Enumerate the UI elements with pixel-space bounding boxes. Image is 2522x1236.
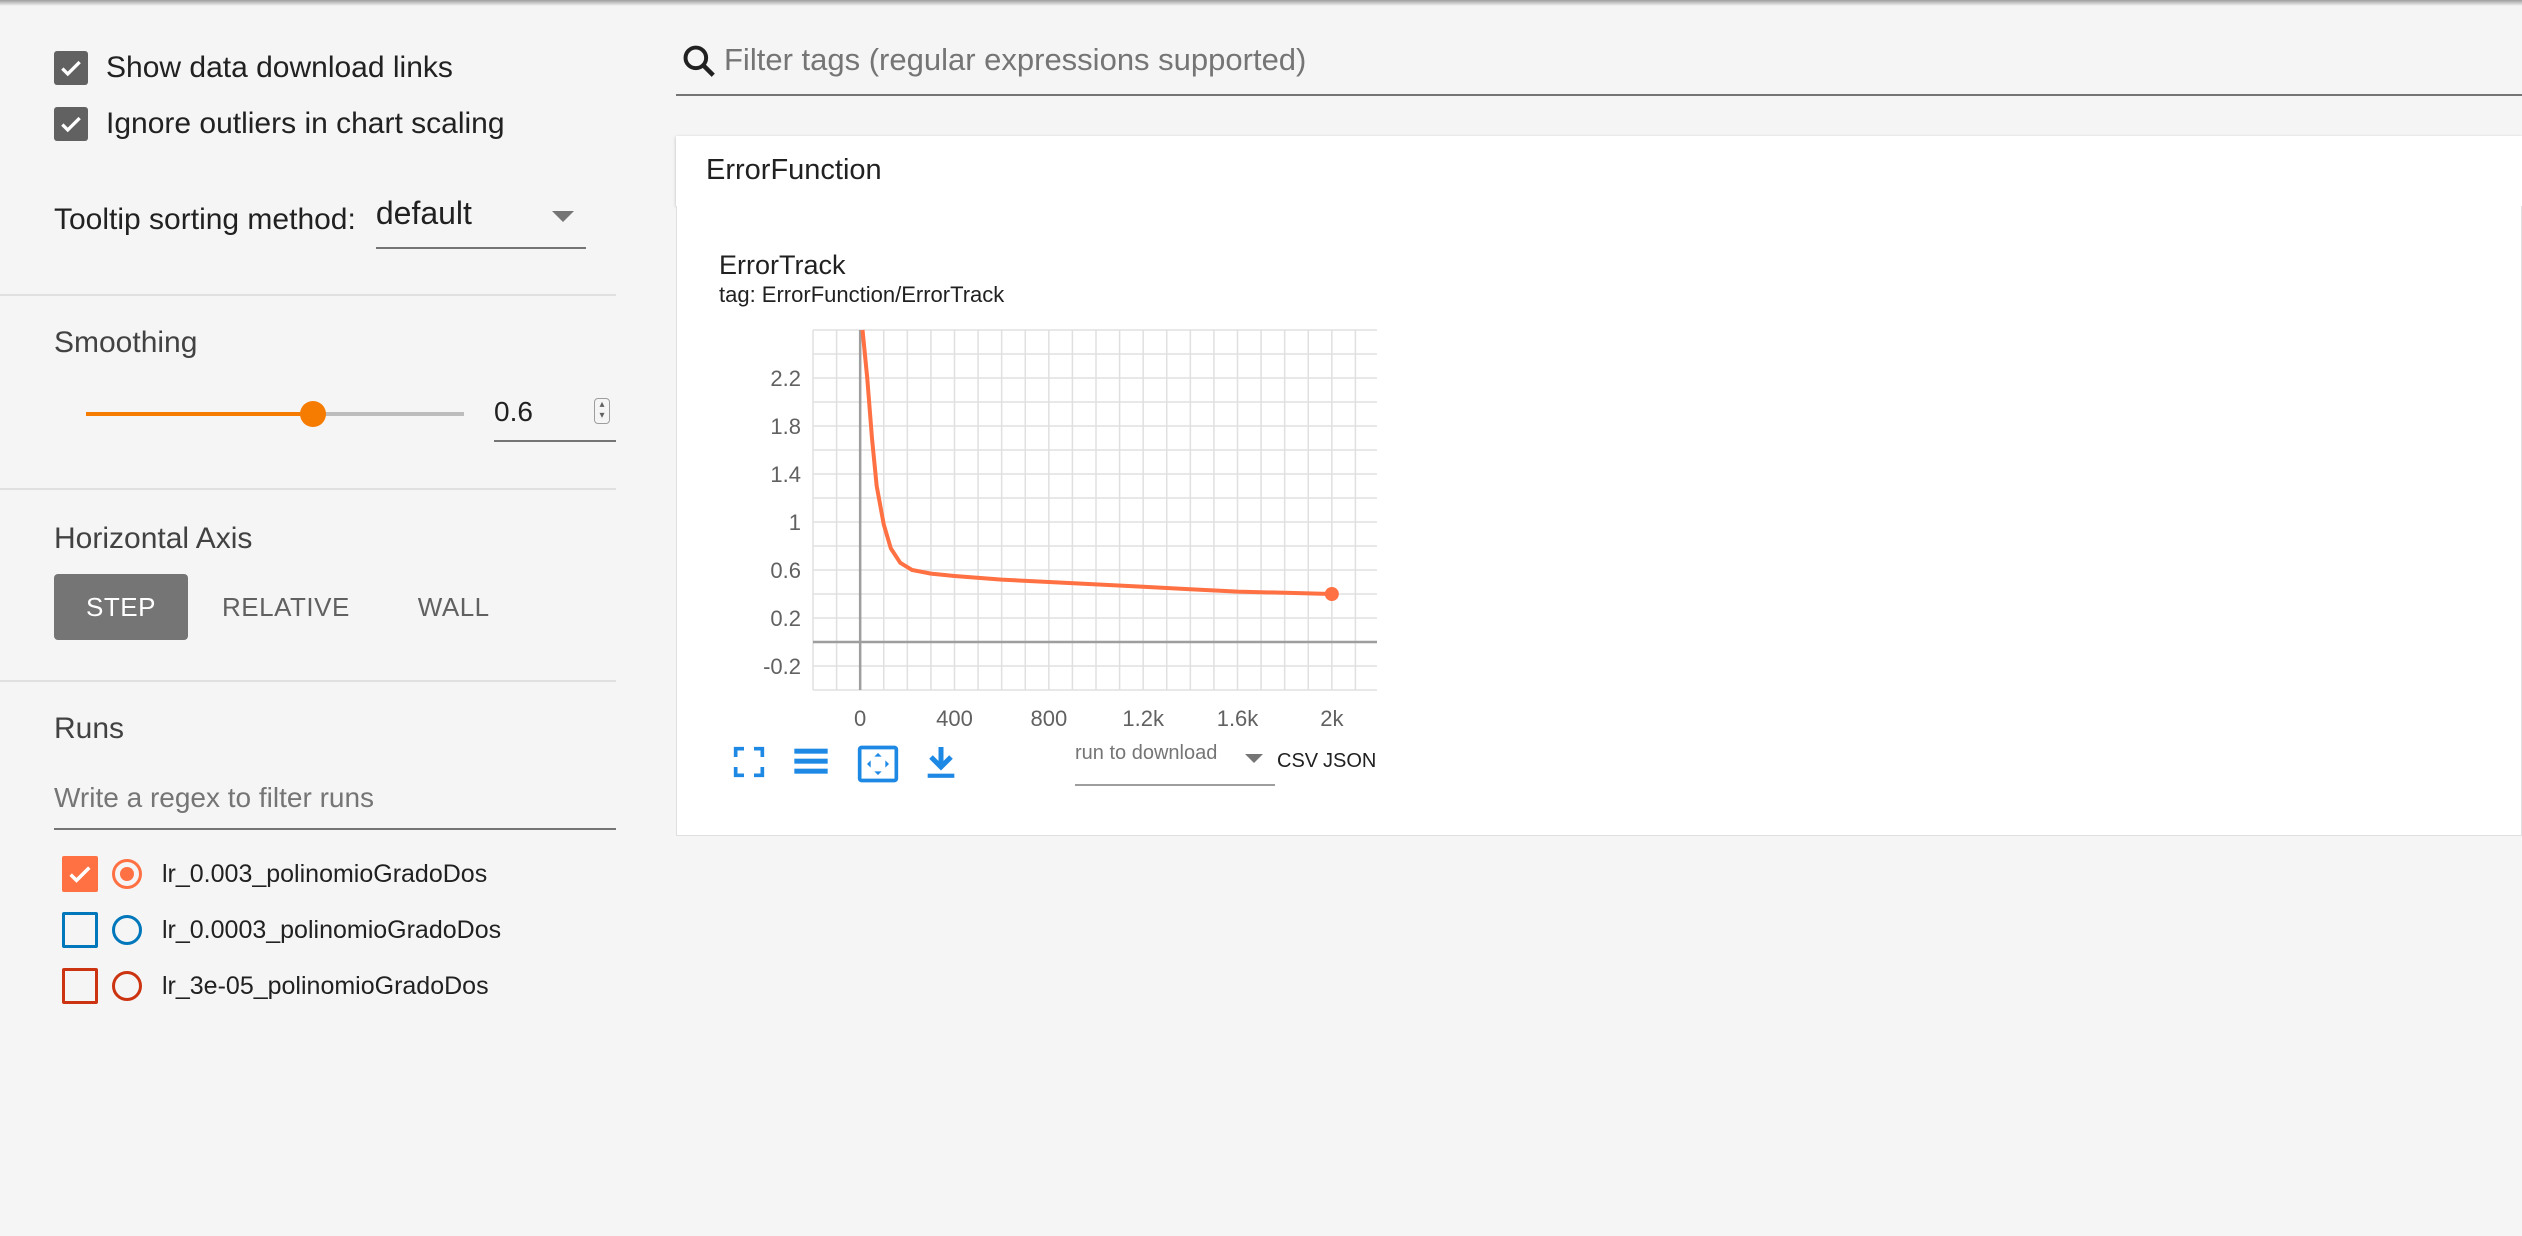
x-tick-label: 400 bbox=[936, 706, 973, 726]
fit-domain-icon[interactable] bbox=[729, 742, 769, 782]
scalar-card: ErrorTrack tag: ErrorFunction/ErrorTrack… bbox=[676, 206, 2522, 836]
log-scale-icon[interactable] bbox=[791, 742, 831, 782]
run-label: lr_3e-05_polinomioGradoDos bbox=[162, 971, 489, 1000]
show-download-links-label: Show data download links bbox=[106, 51, 453, 84]
axis-step-button[interactable]: STEP bbox=[54, 574, 188, 640]
run-checkbox[interactable] bbox=[62, 968, 98, 1004]
run-item[interactable]: lr_0.003_polinomioGradoDos bbox=[62, 854, 487, 894]
y-tick-label: 1.8 bbox=[770, 414, 801, 439]
smoothing-input[interactable]: 0.6 ▴ ▾ bbox=[494, 388, 616, 442]
run-item[interactable]: lr_0.0003_polinomioGradoDos bbox=[62, 910, 501, 950]
ignore-outliers-toggle[interactable]: Ignore outliers in chart scaling bbox=[54, 104, 505, 144]
run-radio[interactable] bbox=[112, 971, 142, 1001]
run-label: lr_0.003_polinomioGradoDos bbox=[162, 859, 488, 888]
run-label: lr_0.0003_polinomioGradoDos bbox=[162, 915, 502, 944]
tooltip-sorting-value: default bbox=[375, 195, 472, 231]
run-radio[interactable] bbox=[112, 915, 142, 945]
runs-title: Runs bbox=[54, 712, 125, 745]
category-title: ErrorFunction bbox=[706, 154, 882, 186]
tooltip-sorting-select[interactable]: default bbox=[375, 195, 586, 249]
smoothing-title: Smoothing bbox=[54, 326, 198, 359]
sidebar: Show data download links Ignore outliers… bbox=[0, 0, 616, 1236]
smoothing-value: 0.6 bbox=[494, 396, 533, 427]
series-endpoint bbox=[1324, 587, 1339, 601]
json-link[interactable]: JSON bbox=[1323, 750, 1376, 773]
run-radio[interactable] bbox=[112, 859, 142, 889]
run-to-download-label: run to download bbox=[1075, 742, 1218, 764]
csv-link[interactable]: CSV bbox=[1277, 750, 1318, 773]
category-pane-header[interactable]: ErrorFunction bbox=[676, 136, 2522, 206]
search-input[interactable]: Filter tags (regular expressions support… bbox=[724, 42, 1306, 78]
y-tick-label: -0.2 bbox=[763, 654, 801, 679]
expand-icon[interactable] bbox=[855, 742, 901, 786]
y-tick-label: 1.4 bbox=[770, 462, 801, 487]
tooltip-sorting-label: Tooltip sorting method: bbox=[54, 203, 356, 236]
checkbox-checked-icon[interactable] bbox=[54, 107, 88, 141]
radio-dot-icon bbox=[120, 867, 134, 881]
x-tick-label: 0 bbox=[854, 706, 866, 726]
y-tick-label: 2.2 bbox=[770, 366, 801, 391]
x-tick-label: 800 bbox=[1030, 706, 1067, 726]
run-item[interactable]: lr_3e-05_polinomioGradoDos bbox=[62, 966, 489, 1006]
axis-wall-button[interactable]: WALL bbox=[384, 574, 524, 640]
smoothing-slider-knob[interactable] bbox=[299, 401, 326, 427]
tag-filter-search[interactable]: Filter tags (regular expressions support… bbox=[676, 20, 2522, 96]
ignore-outliers-label: Ignore outliers in chart scaling bbox=[106, 107, 505, 140]
tooltip-sorting-row: Tooltip sorting method: default bbox=[54, 195, 586, 249]
horizontal-axis-selector: STEP RELATIVE WALL bbox=[54, 574, 524, 640]
smoothing-slider[interactable] bbox=[86, 401, 464, 427]
divider bbox=[0, 294, 616, 296]
download-icon[interactable] bbox=[921, 742, 961, 782]
x-tick-label: 1.6k bbox=[1217, 706, 1260, 726]
show-download-links-toggle[interactable]: Show data download links bbox=[54, 48, 453, 88]
search-icon bbox=[683, 45, 715, 77]
spinner-icon[interactable]: ▴ ▾ bbox=[594, 398, 610, 424]
smoothing-slider-fill bbox=[86, 412, 313, 416]
horizontal-axis-title: Horizontal Axis bbox=[54, 522, 253, 555]
chevron-down-icon bbox=[1245, 754, 1263, 763]
run-to-download-select[interactable]: run to download bbox=[1075, 742, 1275, 786]
run-checkbox[interactable] bbox=[62, 856, 98, 892]
run-checkbox[interactable] bbox=[62, 912, 98, 948]
y-tick-label: 0.6 bbox=[770, 558, 801, 583]
chevron-down-icon bbox=[551, 211, 574, 222]
y-tick-label: 1 bbox=[789, 510, 801, 535]
line-chart[interactable]: -0.2 0.2 0.6 1 1.4 1.8 2.2 0 400 800 1.2k 1.6k 2k bbox=[677, 206, 1377, 726]
y-tick-label: 0.2 bbox=[770, 606, 801, 631]
divider bbox=[0, 680, 616, 682]
x-tick-label: 1.2k bbox=[1122, 706, 1165, 726]
x-tick-label: 2k bbox=[1320, 706, 1344, 726]
axis-relative-button[interactable]: RELATIVE bbox=[188, 574, 384, 640]
divider bbox=[0, 488, 616, 490]
runs-filter-input[interactable]: Write a regex to filter runs bbox=[54, 770, 616, 830]
checkbox-checked-icon[interactable] bbox=[54, 51, 88, 85]
